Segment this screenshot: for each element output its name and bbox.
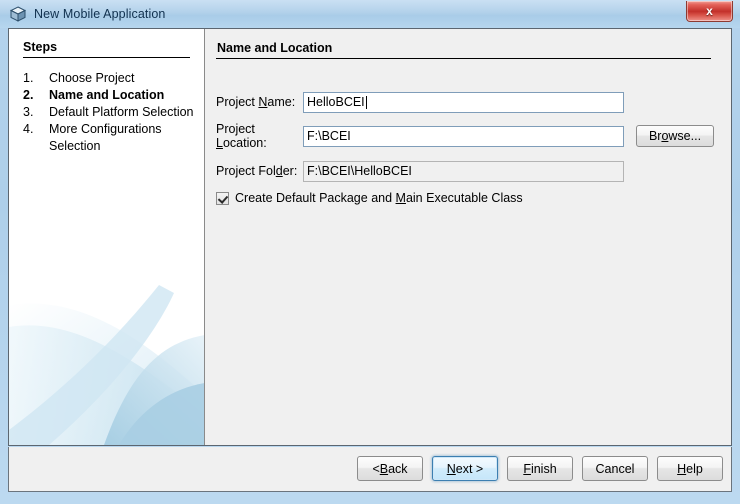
project-location-row: Project Location: F:\BCEI bbox=[216, 122, 624, 150]
step-number: 2. bbox=[23, 88, 34, 102]
project-location-input[interactable]: F:\BCEI bbox=[303, 125, 624, 147]
project-folder-input: F:\BCEI\HelloBCEI bbox=[303, 160, 624, 182]
project-name-row: Project Name: HelloBCEI bbox=[216, 91, 624, 113]
title-bar: New Mobile Application x bbox=[0, 0, 740, 28]
step-number: 3. bbox=[23, 105, 34, 119]
close-button[interactable]: x bbox=[686, 1, 733, 22]
window-title: New Mobile Application bbox=[34, 7, 166, 21]
page-title-divider bbox=[216, 58, 711, 59]
project-folder-row: Project Folder: F:\BCEI\HelloBCEI bbox=[216, 160, 624, 182]
step-label: Name and Location bbox=[49, 88, 165, 102]
create-default-package-checkbox[interactable] bbox=[216, 191, 229, 205]
step-label: Default Platform Selection bbox=[49, 105, 194, 119]
text-caret bbox=[365, 95, 367, 109]
close-icon: x bbox=[706, 4, 713, 18]
form-panel: Name and Location Project Name: HelloBCE… bbox=[205, 29, 731, 445]
cancel-button[interactable]: Cancel bbox=[582, 456, 648, 481]
step-item-2: 2. Name and Location bbox=[9, 87, 204, 104]
steps-heading: Steps bbox=[23, 40, 58, 54]
step-number: 4. bbox=[23, 122, 34, 136]
steps-panel: Steps 1. Choose Project 2. Name and Locatio… bbox=[9, 29, 205, 445]
project-location-label: Project Location: bbox=[216, 122, 267, 150]
project-folder-label: Project Folder: bbox=[216, 164, 298, 178]
create-default-package-label: Create Default Package and Main Executab… bbox=[235, 191, 523, 205]
step-item-1: 1. Choose Project bbox=[9, 70, 204, 87]
steps-list: 1. Choose Project 2. Name and Location 3. Def… bbox=[9, 70, 204, 155]
page-title: Name and Location bbox=[217, 41, 333, 55]
step-label: Choose Project bbox=[49, 71, 135, 85]
step-number: 1. bbox=[23, 71, 34, 85]
project-name-input[interactable]: HelloBCEI bbox=[303, 91, 624, 113]
help-button[interactable]: Help bbox=[657, 456, 723, 481]
decorative-swoosh-graphic bbox=[9, 285, 204, 445]
back-button[interactable]: < Back bbox=[357, 456, 423, 481]
dialog-button-bar: < Back Next > Finish Cancel Help bbox=[8, 447, 732, 492]
step-label: More Configurations Selection bbox=[49, 122, 162, 153]
cube-icon bbox=[9, 5, 27, 23]
browse-button[interactable]: Br o wse... bbox=[636, 125, 714, 147]
create-default-package-row: Create Default Package and Main Executab… bbox=[216, 191, 523, 205]
project-name-label: Project Name: bbox=[216, 95, 296, 109]
dialog-window: New Mobile Application x Steps 1. Choose… bbox=[0, 0, 740, 504]
finish-button[interactable]: Finish bbox=[507, 456, 573, 481]
steps-divider bbox=[23, 57, 190, 58]
step-item-3: 3. Default Platform Selection bbox=[9, 104, 204, 121]
step-item-4: 4. More Configurations Selection bbox=[9, 121, 204, 155]
dialog-content: Steps 1. Choose Project 2. Name and Locatio… bbox=[8, 28, 732, 446]
next-button[interactable]: Next > bbox=[432, 456, 498, 481]
